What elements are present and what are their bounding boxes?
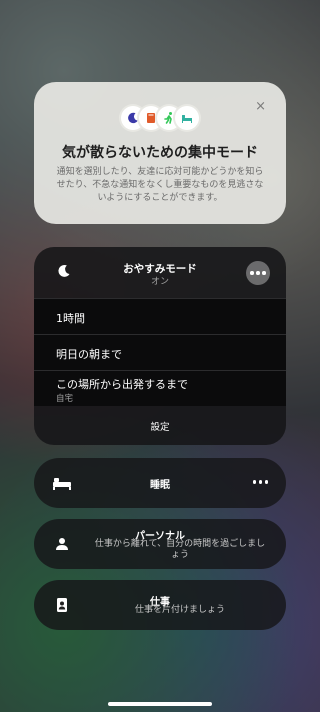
mode-personal[interactable]: パーソナル 仕事から離れて、自分の時間を過ごしましょう [34, 519, 286, 569]
focus-icon-row [34, 106, 286, 130]
info-title: 気が散らないための集中モード [62, 145, 258, 161]
mode-sleep[interactable]: 睡眠 [34, 458, 286, 508]
more-options-button[interactable] [246, 261, 270, 285]
mode-description: 仕事を片付けましょう [134, 605, 225, 615]
mode-work[interactable]: 仕事 仕事を片付けましょう [34, 580, 286, 630]
option-label: この場所から出発するまで [56, 378, 188, 391]
option-label: 1時間 [56, 312, 85, 325]
option-until-morning[interactable]: 明日の朝まで [34, 334, 286, 370]
option-one-hour[interactable]: 1時間 [34, 298, 286, 334]
mode-description: 仕事から離れて、自分の時間を過ごしましょう [94, 539, 266, 560]
ellipsis-icon [252, 480, 268, 484]
mode-name: 睡眠 [150, 480, 170, 491]
option-sublabel: 自宅 [56, 394, 74, 404]
focus-info-card: × 気が散らないための集中モード 通知を選別したり、友達に応対可能かどうかを知ら… [34, 82, 286, 224]
bed-icon [175, 106, 199, 130]
settings-button[interactable]: 設定 [34, 419, 286, 433]
option-until-leave-location[interactable]: この場所から出発するまで 自宅 [34, 370, 286, 406]
home-indicator[interactable] [108, 702, 212, 706]
do-not-disturb-card[interactable]: おやすみモード オン 1時間 明日の朝まで この場所から出発するまで 自宅 設定 [34, 247, 286, 445]
ellipsis-icon [250, 271, 266, 275]
more-options-button[interactable] [252, 480, 268, 484]
option-label: 明日の朝まで [56, 348, 122, 361]
info-description: 通知を選別したり、友達に応対可能かどうかを知らせたり、不急な通知をなくし重要なも… [56, 167, 264, 203]
